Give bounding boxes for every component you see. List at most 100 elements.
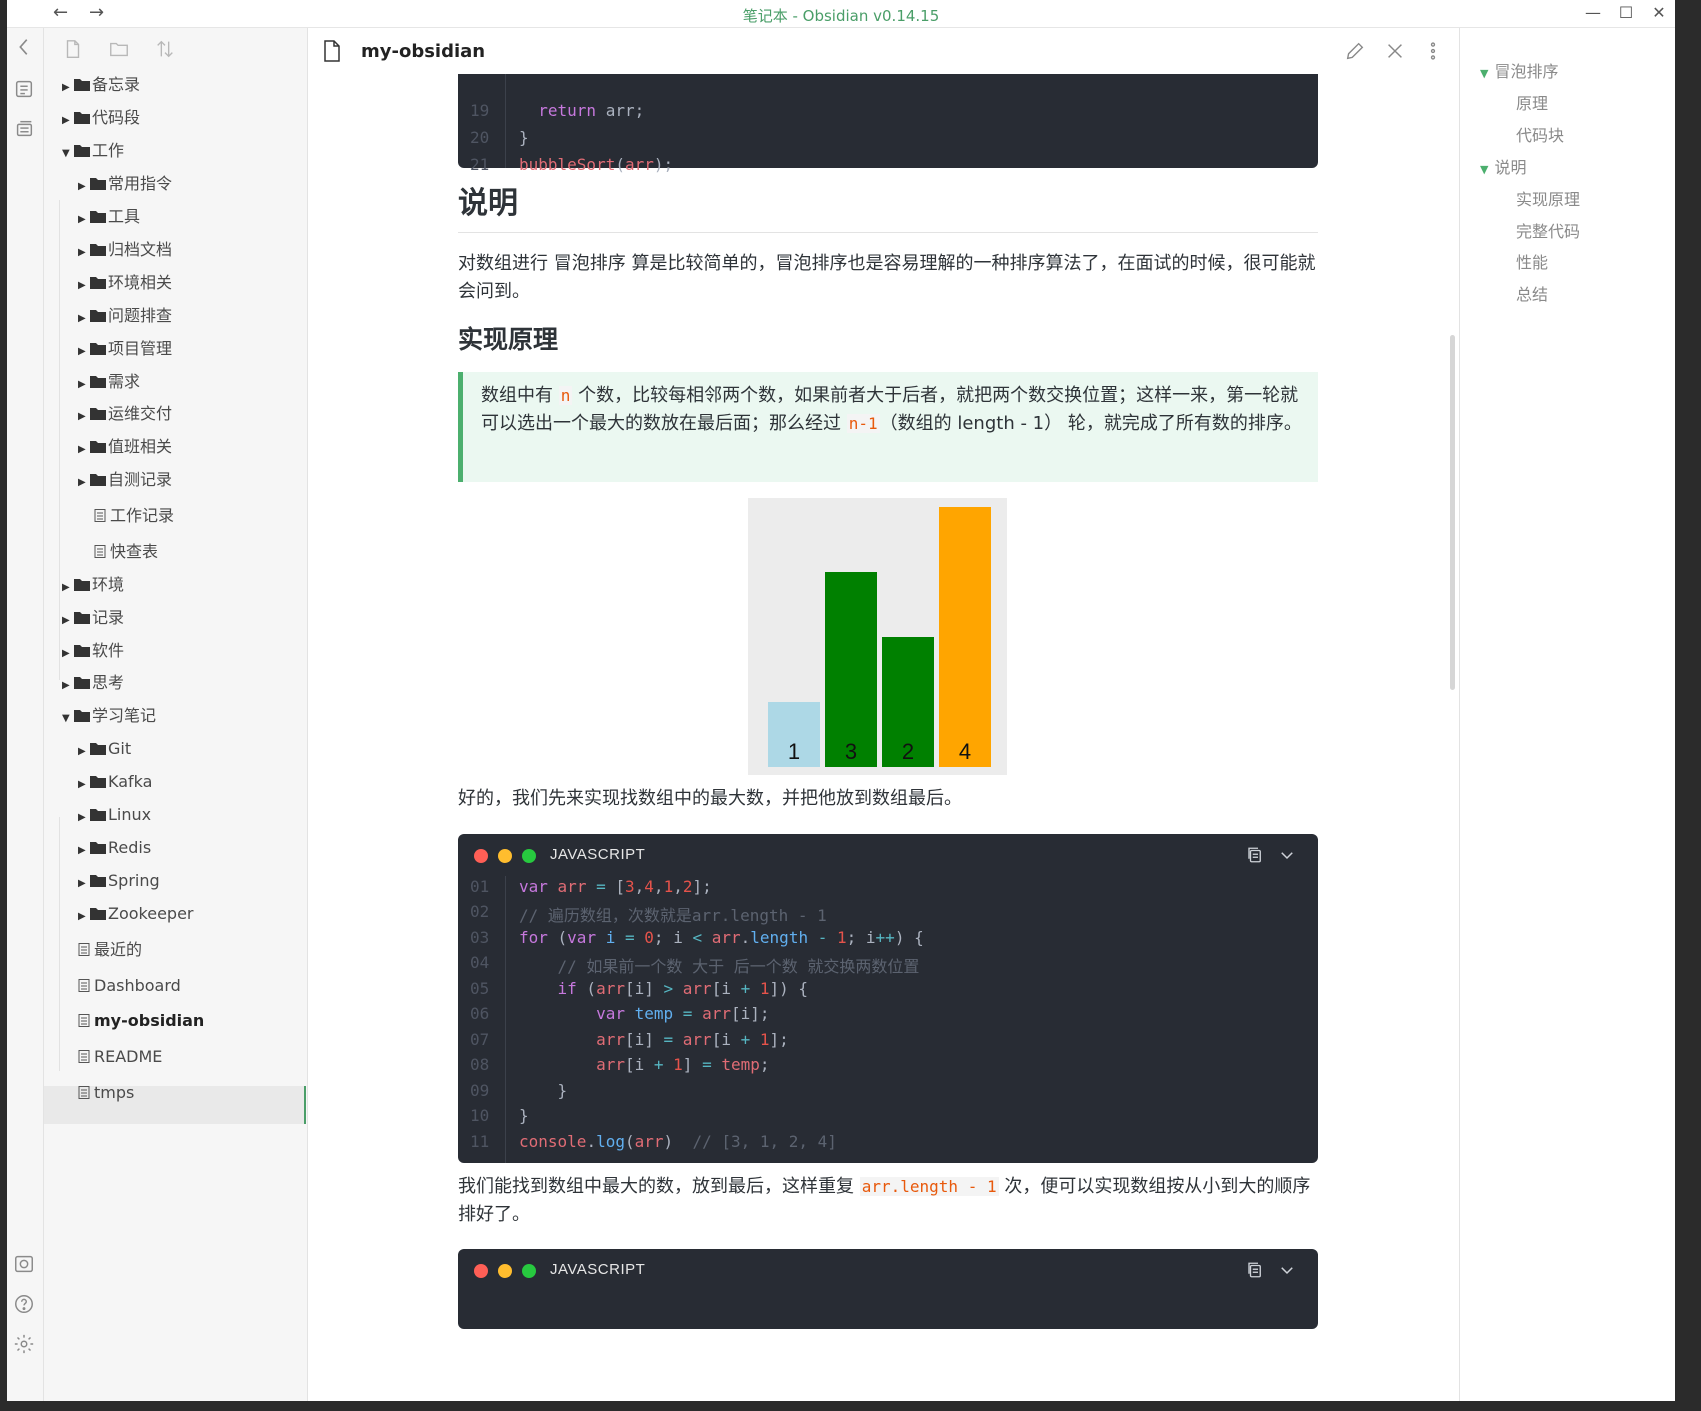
chevron-down-icon[interactable]: ▼ bbox=[1480, 67, 1488, 80]
file-item[interactable]: 工作记录 bbox=[92, 501, 174, 531]
outline-item[interactable]: 性能 bbox=[1516, 249, 1548, 273]
chevron-right-icon[interactable]: ▶ bbox=[62, 606, 74, 636]
file-item[interactable]: my-obsidian bbox=[76, 1006, 204, 1036]
chevron-down-icon[interactable]: ▼ bbox=[62, 139, 74, 169]
file-item[interactable]: README bbox=[76, 1042, 162, 1072]
folder-item[interactable]: ▶ 归档文档 bbox=[78, 235, 172, 265]
chevron-right-icon[interactable]: ▶ bbox=[62, 573, 74, 603]
folder-item[interactable]: ▶ 代码段 bbox=[62, 103, 140, 133]
folder-icon bbox=[90, 400, 106, 420]
chevron-right-icon[interactable]: ▶ bbox=[78, 271, 90, 301]
new-note-icon[interactable] bbox=[62, 38, 84, 64]
chevron-right-icon[interactable]: ▶ bbox=[78, 337, 90, 367]
chevron-down-icon[interactable]: ▼ bbox=[1480, 163, 1488, 176]
folder-item[interactable]: ▶ 问题排查 bbox=[78, 301, 172, 331]
chevron-right-icon[interactable]: ▶ bbox=[78, 902, 90, 932]
chevron-right-icon[interactable]: ▶ bbox=[78, 205, 90, 235]
chevron-right-icon[interactable]: ▶ bbox=[78, 304, 90, 334]
folder-item[interactable]: ▶ 工具 bbox=[78, 202, 140, 232]
more-options-icon[interactable] bbox=[1422, 40, 1444, 66]
folder-item[interactable]: ▶ 环境 bbox=[62, 570, 124, 600]
close-pane-icon[interactable] bbox=[1384, 40, 1406, 66]
outline-item[interactable]: 代码块 bbox=[1516, 122, 1564, 146]
templates-icon[interactable] bbox=[13, 118, 38, 143]
tree-item-label: 自测记录 bbox=[108, 470, 173, 489]
folder-item[interactable]: ▼ 工作 bbox=[62, 136, 124, 166]
chevron-right-icon[interactable]: ▶ bbox=[62, 73, 74, 103]
folder-item[interactable]: ▶ 值班相关 bbox=[78, 432, 172, 462]
outline-item[interactable]: ▼ 说明 bbox=[1480, 154, 1526, 178]
maximize-button[interactable]: ☐ bbox=[1614, 3, 1638, 22]
red-dot-icon bbox=[474, 849, 488, 863]
outline-item[interactable]: 实现原理 bbox=[1516, 186, 1580, 210]
close-window-button[interactable]: ✕ bbox=[1647, 3, 1671, 22]
intro-paragraph: 对数组进行 冒泡排序 算是比较简单的，冒泡排序也是容易理解的一种排序算法了，在面… bbox=[458, 253, 1316, 302]
tree-guide-line bbox=[59, 817, 60, 1071]
outline-item[interactable]: 完整代码 bbox=[1516, 218, 1580, 242]
file-icon bbox=[76, 1079, 92, 1099]
sort-icon[interactable] bbox=[154, 38, 176, 64]
chevron-right-icon[interactable]: ▶ bbox=[62, 671, 74, 701]
chevron-right-icon[interactable]: ▶ bbox=[78, 172, 90, 202]
outline-item[interactable]: 原理 bbox=[1516, 90, 1548, 114]
new-folder-icon[interactable] bbox=[108, 38, 130, 64]
file-item[interactable]: 快查表 bbox=[92, 537, 158, 567]
folder-item[interactable]: ▶ 项目管理 bbox=[78, 334, 172, 364]
outline-item[interactable]: 总结 bbox=[1516, 281, 1548, 305]
chevron-right-icon[interactable]: ▶ bbox=[78, 238, 90, 268]
copy-icon[interactable] bbox=[1246, 1261, 1264, 1283]
content-scrollbar[interactable] bbox=[1450, 335, 1455, 690]
settings-gear-icon[interactable] bbox=[13, 1333, 38, 1358]
file-icon bbox=[92, 538, 108, 558]
minimize-button[interactable]: — bbox=[1581, 3, 1605, 22]
collapse-sidebar-icon[interactable] bbox=[13, 36, 38, 61]
folder-icon bbox=[90, 203, 106, 223]
illustration-bar-label: 3 bbox=[845, 739, 857, 764]
chevron-right-icon[interactable]: ▶ bbox=[78, 803, 90, 833]
folder-item[interactable]: ▶ 环境相关 bbox=[78, 268, 172, 298]
folder-item[interactable]: ▶ Zookeeper bbox=[78, 899, 194, 929]
chevron-right-icon[interactable]: ▶ bbox=[62, 639, 74, 669]
chevron-right-icon[interactable]: ▶ bbox=[78, 370, 90, 400]
vault-icon[interactable] bbox=[13, 1253, 38, 1278]
folder-item[interactable]: ▼ 学习笔记 bbox=[62, 701, 156, 731]
folder-icon bbox=[90, 768, 106, 788]
quick-switcher-icon[interactable] bbox=[13, 78, 38, 103]
folder-item[interactable]: ▶ 软件 bbox=[62, 636, 124, 666]
chevron-right-icon[interactable]: ▶ bbox=[78, 869, 90, 899]
outline-item[interactable]: ▼ 冒泡排序 bbox=[1480, 58, 1558, 82]
folder-item[interactable]: ▶ 记录 bbox=[62, 603, 124, 633]
chevron-right-icon[interactable]: ▶ bbox=[78, 737, 90, 767]
folder-item[interactable]: ▶ 运维交付 bbox=[78, 399, 172, 429]
folder-item[interactable]: ▶ 思考 bbox=[62, 668, 124, 698]
chevron-right-icon[interactable]: ▶ bbox=[78, 402, 90, 432]
bar-illustration-svg: 1 3 2 4 bbox=[768, 507, 991, 767]
folder-icon bbox=[90, 368, 106, 388]
folder-item[interactable]: ▶ Spring bbox=[78, 866, 160, 896]
collapse-chevron-icon[interactable] bbox=[1278, 846, 1296, 868]
chevron-right-icon[interactable]: ▶ bbox=[62, 106, 74, 136]
folder-item[interactable]: ▶ Kafka bbox=[78, 767, 152, 797]
chevron-right-icon[interactable]: ▶ bbox=[78, 468, 90, 498]
note-content[interactable]: 19 return arr; 20} 21 bubbleSort(arr); 说明… bbox=[308, 74, 1459, 1401]
folder-item[interactable]: ▶ 备忘录 bbox=[62, 70, 140, 100]
folder-item[interactable]: ▶ 常用指令 bbox=[78, 169, 172, 199]
chevron-down-icon[interactable]: ▼ bbox=[62, 704, 74, 734]
edit-pencil-icon[interactable] bbox=[1344, 40, 1366, 66]
file-item[interactable]: tmps bbox=[76, 1078, 134, 1108]
collapse-chevron-icon[interactable] bbox=[1278, 1261, 1296, 1283]
folder-item[interactable]: ▶ Linux bbox=[78, 800, 151, 830]
folder-item[interactable]: ▶ Redis bbox=[78, 833, 151, 863]
folder-item[interactable]: ▶ 需求 bbox=[78, 367, 140, 397]
chevron-right-icon[interactable]: ▶ bbox=[78, 836, 90, 866]
tree-item-label: 软件 bbox=[92, 641, 125, 660]
file-item[interactable]: 最近的 bbox=[76, 935, 142, 965]
folder-item[interactable]: ▶ 自测记录 bbox=[78, 465, 172, 495]
chevron-right-icon[interactable]: ▶ bbox=[78, 435, 90, 465]
chevron-right-icon[interactable]: ▶ bbox=[78, 770, 90, 800]
copy-icon[interactable] bbox=[1246, 846, 1264, 868]
folder-item[interactable]: ▶ Git bbox=[78, 734, 131, 764]
document-title[interactable]: my-obsidian bbox=[361, 41, 485, 62]
file-item[interactable]: Dashboard bbox=[76, 971, 181, 1001]
help-icon[interactable] bbox=[13, 1293, 38, 1318]
